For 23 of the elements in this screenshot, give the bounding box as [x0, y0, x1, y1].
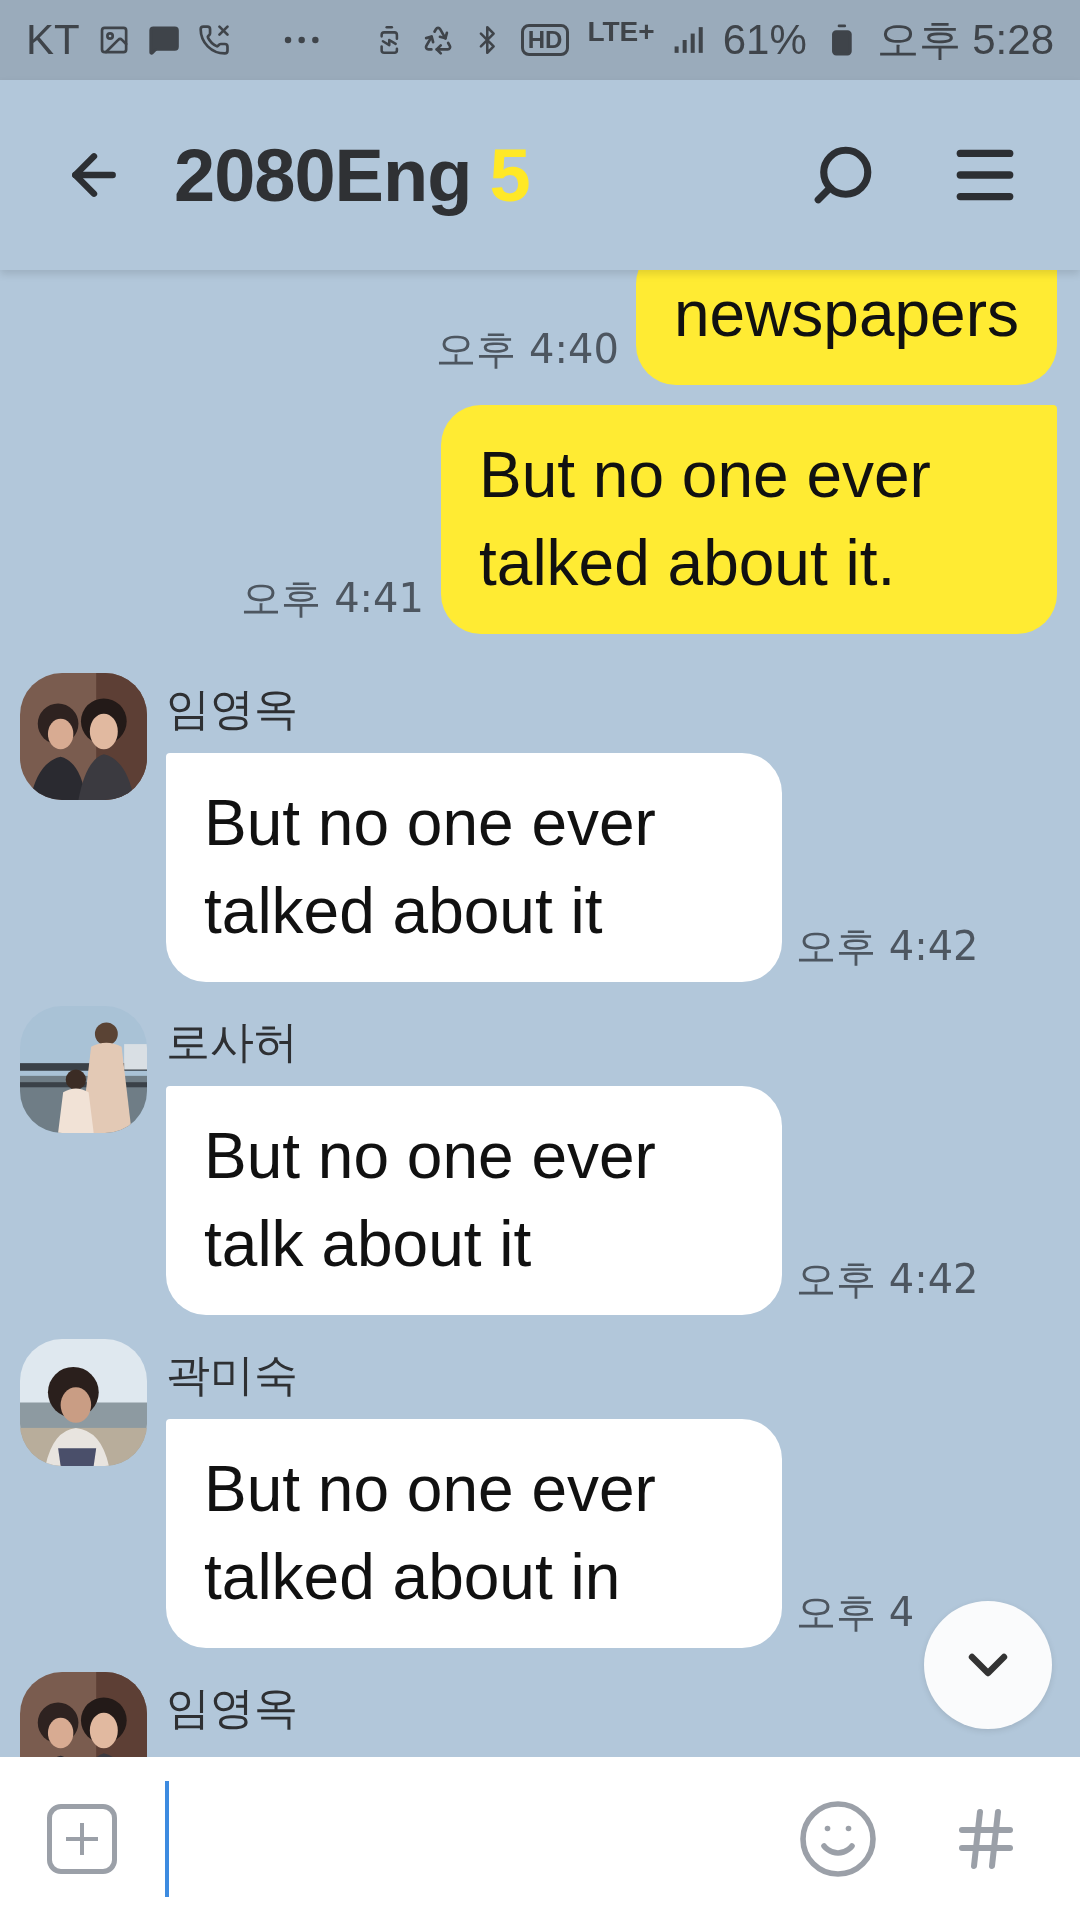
message-time: 오후 4:40	[436, 325, 619, 374]
sender-name: 로사허	[166, 1015, 299, 1069]
battery-percent: 61%	[722, 16, 807, 64]
message-time: 오후 4	[796, 1588, 915, 1637]
message-bubble: But no one ever talk about it	[166, 1086, 782, 1315]
carrier-text: KT	[26, 16, 80, 64]
message-time: 오후 4:42	[796, 922, 979, 971]
message-time: 오후 4:42	[796, 1255, 979, 1304]
message-bubble: newspapers	[635, 270, 1057, 385]
attach-button[interactable]	[47, 1803, 117, 1874]
chat-title: 2080Eng	[174, 132, 472, 218]
member-count: 5	[489, 132, 531, 218]
sender-name: 임영옥	[166, 682, 299, 736]
sender-name: 곽미숙	[166, 1348, 299, 1402]
network-type: LTE+	[587, 16, 655, 48]
message-time: 오후 4:41	[241, 574, 424, 623]
message-bubble: But no one ever talked about it.	[441, 405, 1057, 634]
message-bubble: But no one ever talked about in	[166, 1419, 782, 1648]
more-icon	[284, 35, 320, 45]
clock-text: 오후 5:28	[876, 15, 1054, 65]
message-bubble: But no one ever talked about it	[166, 753, 782, 982]
hd-badge: HD	[520, 24, 570, 56]
sender-name: 임영옥	[166, 1681, 298, 1735]
